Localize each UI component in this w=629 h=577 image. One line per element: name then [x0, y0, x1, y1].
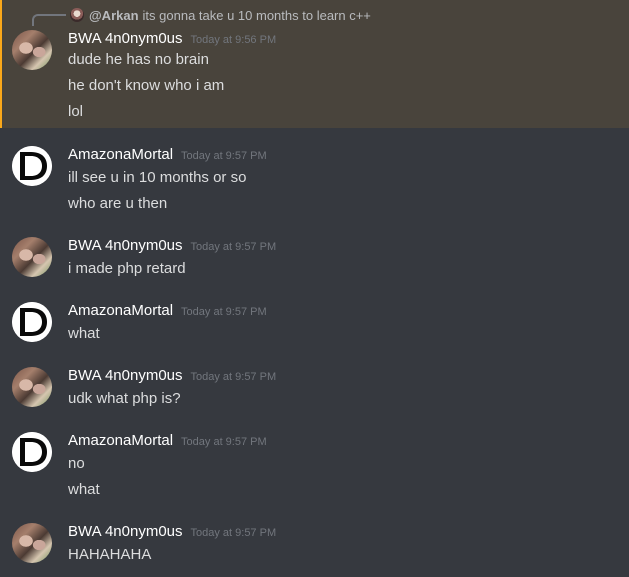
user-avatar-icon[interactable]	[12, 367, 52, 407]
message-text: what	[68, 325, 100, 342]
message-header: AmazonaMortal Today at 9:57 PM	[68, 146, 267, 166]
username[interactable]: BWA 4n0nym0us	[68, 30, 183, 47]
message-header: BWA 4n0nym0us Today at 9:57 PM	[68, 523, 276, 543]
username[interactable]: AmazonaMortal	[68, 302, 173, 319]
d-logo-avatar-icon[interactable]	[12, 432, 52, 472]
message-text: no	[68, 455, 85, 472]
d-logo-avatar-icon[interactable]	[12, 146, 52, 186]
reply-username[interactable]: @Arkan	[89, 8, 139, 23]
user-avatar-icon[interactable]	[12, 30, 52, 70]
message-group-highlighted: @Arkan its gonna take u 10 months to lea…	[0, 0, 629, 128]
message-header: BWA 4n0nym0us Today at 9:57 PM	[68, 237, 276, 257]
message-text: dude he has no brain	[68, 51, 209, 68]
chat-messages: @Arkan its gonna take u 10 months to lea…	[0, 0, 629, 577]
timestamp: Today at 9:57 PM	[190, 371, 277, 383]
message-header: BWA 4n0nym0us Today at 9:57 PM	[68, 367, 276, 387]
timestamp: Today at 9:57 PM	[190, 527, 277, 539]
reply-text: its gonna take u 10 months to learn c++	[142, 7, 371, 23]
reply-avatar-icon	[70, 8, 84, 22]
reply-connector	[32, 14, 66, 26]
user-avatar-icon[interactable]	[12, 237, 52, 277]
timestamp: Today at 9:57 PM	[181, 436, 267, 448]
message-text: who are u then	[68, 195, 168, 212]
timestamp: Today at 9:57 PM	[190, 241, 277, 253]
timestamp: Today at 9:57 PM	[181, 150, 267, 162]
message-text: he don't know who i am	[68, 77, 225, 94]
message-text: ill see u in 10 months or so	[68, 169, 247, 186]
message-header: AmazonaMortal Today at 9:57 PM	[68, 432, 267, 452]
message-header: AmazonaMortal Today at 9:57 PM	[68, 302, 267, 322]
message-text: i made php retard	[68, 260, 186, 277]
reply-preview[interactable]: @Arkan its gonna take u 10 months to lea…	[70, 7, 371, 23]
d-logo-avatar-icon[interactable]	[12, 302, 52, 342]
username[interactable]: BWA 4n0nym0us	[68, 367, 183, 384]
message-text: udk what php is?	[68, 390, 181, 407]
message-text: lol	[68, 103, 84, 120]
username[interactable]: AmazonaMortal	[68, 432, 173, 449]
message-text: what	[68, 481, 100, 498]
timestamp: Today at 9:57 PM	[181, 306, 267, 318]
username[interactable]: BWA 4n0nym0us	[68, 523, 183, 540]
user-avatar-icon[interactable]	[12, 523, 52, 563]
message-header: BWA 4n0nym0us Today at 9:56 PM	[68, 30, 276, 50]
message-text: HAHAHAHA	[68, 546, 152, 563]
username[interactable]: BWA 4n0nym0us	[68, 237, 183, 254]
username[interactable]: AmazonaMortal	[68, 146, 173, 163]
timestamp: Today at 9:56 PM	[190, 34, 277, 46]
